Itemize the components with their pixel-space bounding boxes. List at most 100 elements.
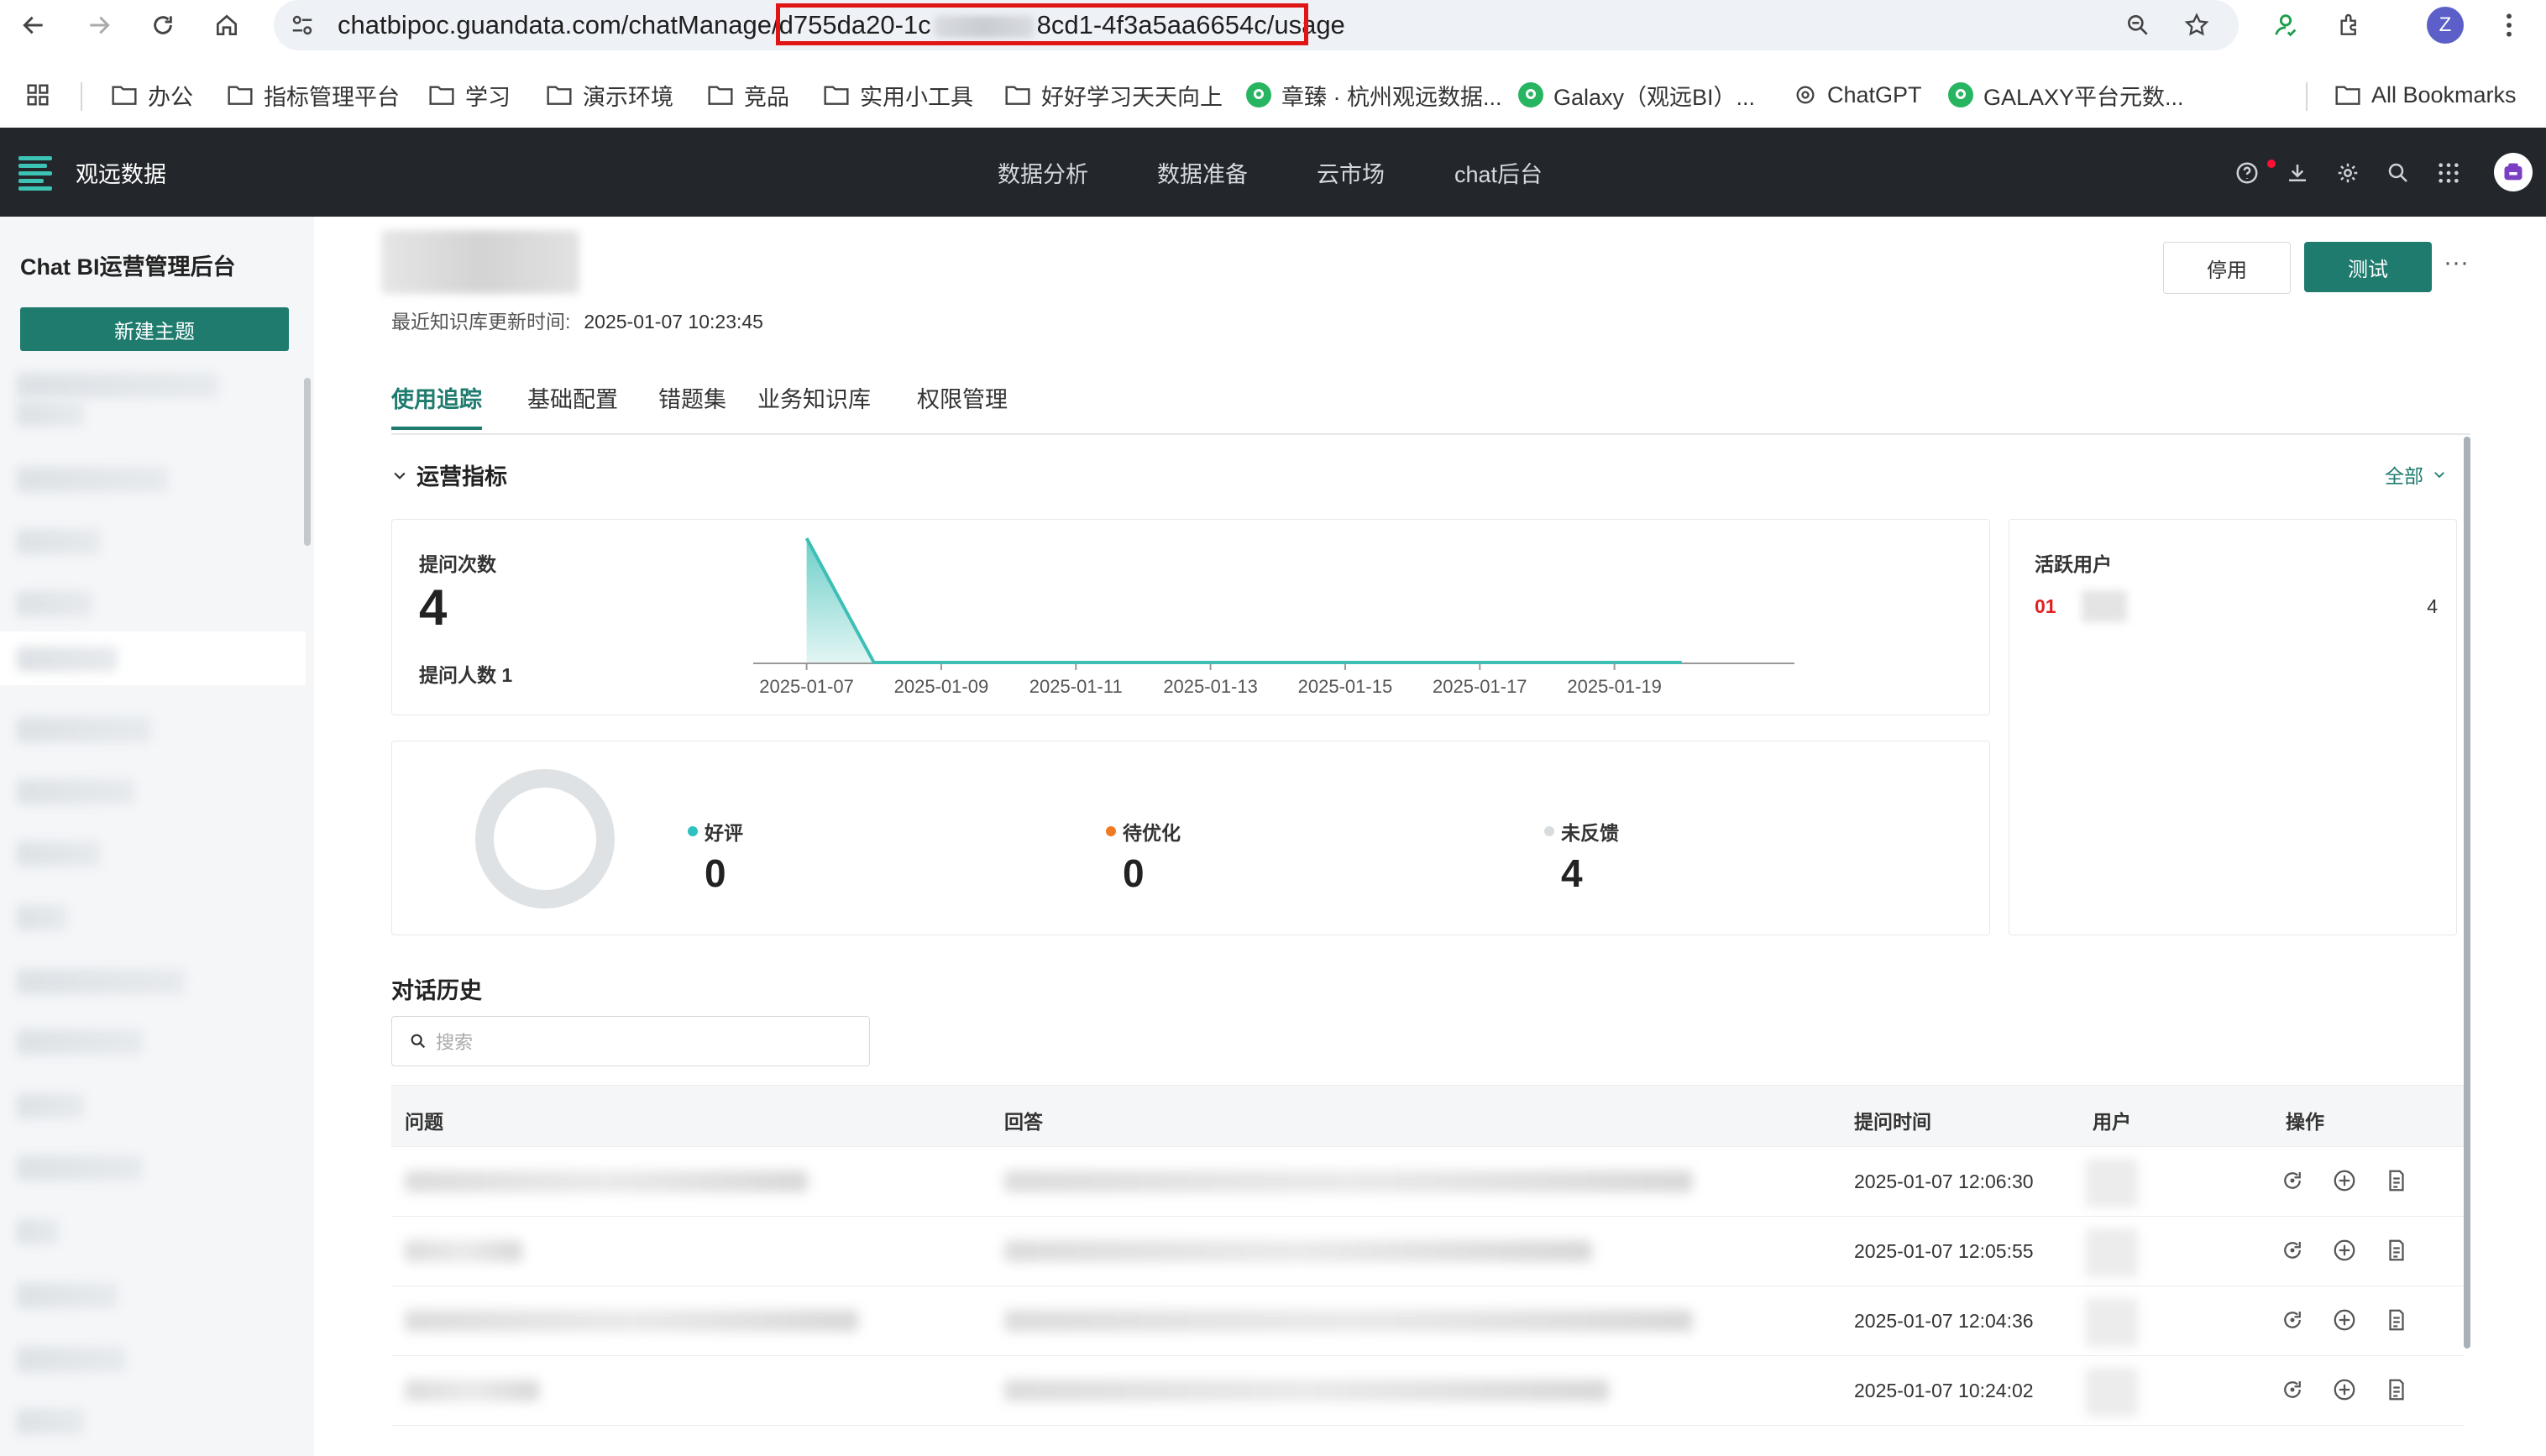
sidebar-item[interactable] xyxy=(17,647,118,672)
bookmark-folder[interactable]: 竞品 xyxy=(707,77,789,113)
active-user-count: 4 xyxy=(2427,595,2438,617)
apps-grid-icon[interactable] xyxy=(25,77,50,113)
table-row[interactable]: 2025-01-07 12:06:30 xyxy=(391,1147,2464,1217)
sidebar-item[interactable] xyxy=(17,1029,143,1055)
zoom-icon[interactable] xyxy=(2119,7,2156,44)
chevron-down-icon xyxy=(394,472,406,479)
add-to-kb-icon[interactable] xyxy=(2329,1235,2360,1265)
sidebar-item[interactable] xyxy=(17,373,218,398)
add-to-kb-icon[interactable] xyxy=(2329,1165,2360,1196)
back-icon[interactable] xyxy=(15,7,52,44)
metrics-section-toggle[interactable]: 运营指标 xyxy=(391,458,507,491)
bookmark-folder[interactable]: 办公 xyxy=(111,77,193,113)
detail-doc-icon[interactable] xyxy=(2381,1235,2412,1265)
brand-logo-icon xyxy=(18,156,52,191)
apps-icon[interactable] xyxy=(2432,156,2465,190)
sidebar-item[interactable] xyxy=(17,779,134,804)
all-bookmarks[interactable]: All Bookmarks xyxy=(2334,77,2517,113)
sidebar-item[interactable] xyxy=(17,1409,84,1434)
bookmark-folder[interactable]: 指标管理平台 xyxy=(227,77,400,113)
nav-cloud-market[interactable]: 云市场 xyxy=(1317,156,1385,189)
table-header: 问题 回答 提问时间 用户 操作 xyxy=(391,1085,2464,1147)
bookmark-link[interactable]: 章臻 · 杭州观远数据... xyxy=(1246,77,1502,113)
sidebar-item[interactable] xyxy=(17,717,151,742)
question-trend-chart[interactable]: 2025-01-07 2025-01-09 2025-01-11 2025-01-13… xyxy=(711,528,1836,716)
sidebar-item[interactable] xyxy=(17,969,185,994)
bookmarks-bar: 办公 指标管理平台 学习 演示环境 竞品 实用小工具 好好学习天天向上 章臻 ·… xyxy=(0,69,2546,121)
bookmark-link[interactable]: ChatGPT xyxy=(1794,77,1922,113)
profile-avatar[interactable]: Z xyxy=(2427,7,2464,44)
bookmark-folder[interactable]: 实用小工具 xyxy=(823,77,973,113)
new-topic-button[interactable]: 新建主题 xyxy=(20,307,289,351)
more-options-icon[interactable]: ··· xyxy=(2444,249,2469,277)
sidebar-item[interactable] xyxy=(17,401,84,427)
site-info-icon[interactable] xyxy=(284,7,321,44)
table-row[interactable]: 2025-01-07 12:04:36 xyxy=(391,1286,2464,1356)
help-icon[interactable] xyxy=(2230,156,2264,190)
search-placeholder: 搜索 xyxy=(436,1032,474,1053)
bookmark-folder[interactable]: 学习 xyxy=(428,77,511,113)
site-favicon-icon xyxy=(1246,82,1271,107)
bookmark-folder[interactable]: 好好学习天天向上 xyxy=(1004,77,1223,113)
add-to-kb-icon[interactable] xyxy=(2329,1375,2360,1405)
sidebar-item[interactable] xyxy=(17,1347,126,1372)
tab-business-kb[interactable]: 业务知识库 xyxy=(757,381,871,414)
sidebar-item[interactable] xyxy=(17,841,101,867)
content-scrollbar[interactable] xyxy=(2464,437,2470,1349)
bookmark-link[interactable]: Galaxy（观远BI）... xyxy=(1518,77,1755,113)
download-icon[interactable] xyxy=(2281,156,2314,190)
question-cell-redacted xyxy=(405,1310,858,1332)
home-icon[interactable] xyxy=(208,7,245,44)
reload-icon[interactable] xyxy=(144,7,181,44)
bookmark-link[interactable]: GALAXY平台元数... xyxy=(1948,77,2184,113)
sidebar-item[interactable] xyxy=(17,529,101,554)
extensions-icon[interactable] xyxy=(2331,7,2368,44)
sidebar-item[interactable] xyxy=(17,591,92,616)
user-cell-redacted xyxy=(2086,1228,2138,1277)
sidebar-item[interactable] xyxy=(17,467,168,492)
sidebar-item[interactable] xyxy=(17,1155,143,1181)
browser-menu-icon[interactable] xyxy=(2491,7,2528,44)
add-to-kb-icon[interactable] xyxy=(2329,1305,2360,1335)
sidebar-item[interactable] xyxy=(17,1093,84,1118)
forward-icon[interactable] xyxy=(81,7,118,44)
active-user-row[interactable]: 01 4 xyxy=(2035,590,2438,622)
regenerate-icon[interactable] xyxy=(2277,1235,2308,1265)
detail-doc-icon[interactable] xyxy=(2381,1165,2412,1196)
brand-name[interactable]: 观远数据 xyxy=(76,156,166,189)
detail-doc-icon[interactable] xyxy=(2381,1375,2412,1405)
regenerate-icon[interactable] xyxy=(2277,1165,2308,1196)
bookmark-star-icon[interactable] xyxy=(2178,7,2215,44)
disable-button[interactable]: 停用 xyxy=(2163,242,2291,294)
nav-data-prep[interactable]: 数据准备 xyxy=(1157,156,1248,189)
regenerate-icon[interactable] xyxy=(2277,1375,2308,1405)
sidebar-item[interactable] xyxy=(17,1219,59,1244)
detail-doc-icon[interactable] xyxy=(2381,1305,2412,1335)
tab-usage-tracking[interactable]: 使用追踪 xyxy=(391,381,482,414)
profile-sync-icon[interactable] xyxy=(2267,7,2304,44)
test-button[interactable]: 测试 xyxy=(2304,242,2432,292)
settings-icon[interactable] xyxy=(2331,156,2365,190)
time-cell: 2025-01-07 12:06:30 xyxy=(1854,1171,2034,1192)
tab-basic-config[interactable]: 基础配置 xyxy=(527,381,618,414)
range-filter-dropdown[interactable]: 全部 xyxy=(2385,460,2447,489)
nav-chat-admin[interactable]: chat后台 xyxy=(1454,156,1543,189)
topic-title-redacted xyxy=(381,230,579,294)
user-avatar[interactable] xyxy=(2494,153,2533,191)
history-search-input[interactable]: 搜索 xyxy=(391,1016,870,1066)
table-row[interactable]: 2025-01-07 12:05:55 xyxy=(391,1217,2464,1286)
table-row[interactable]: 2025-01-07 10:24:02 xyxy=(391,1356,2464,1426)
questions-value: 4 xyxy=(419,579,448,636)
bookmark-folder[interactable]: 演示环境 xyxy=(546,77,673,113)
tab-permissions[interactable]: 权限管理 xyxy=(917,381,1008,414)
sidebar-item[interactable] xyxy=(17,1283,118,1308)
question-cell-redacted xyxy=(405,1171,808,1192)
tab-error-set[interactable]: 错题集 xyxy=(658,381,726,414)
sidebar-item[interactable] xyxy=(17,905,67,930)
search-icon[interactable] xyxy=(2381,156,2415,190)
sidebar-scrollbar[interactable] xyxy=(304,378,311,546)
nav-data-analysis[interactable]: 数据分析 xyxy=(998,156,1088,189)
regenerate-icon[interactable] xyxy=(2277,1305,2308,1335)
x-tick-label: 2025-01-13 xyxy=(1163,676,1258,697)
feedback-card: 好评 0 待优化 0 未反馈 4 xyxy=(391,741,1990,935)
